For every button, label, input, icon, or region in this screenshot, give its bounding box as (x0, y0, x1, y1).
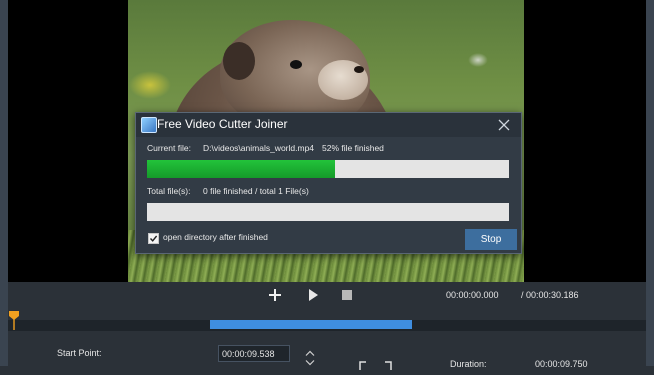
duration-value: 00:00:09.750 (535, 359, 588, 369)
current-file-progress-bar (147, 160, 509, 178)
total-time: / 00:00:30.186 (521, 290, 579, 300)
total-files-status: 0 file finished / total 1 File(s) (203, 186, 309, 196)
start-point-increment[interactable] (304, 345, 316, 356)
add-button[interactable] (267, 287, 283, 303)
duration-label: Duration: (450, 359, 487, 369)
dialog-titlebar: Free Video Cutter Joiner (136, 113, 521, 137)
total-files-label: Total file(s): (147, 186, 191, 196)
play-button[interactable] (305, 287, 321, 303)
checkmark-icon (149, 235, 158, 242)
current-file-status: 52% file finished (322, 143, 384, 153)
add-icon (269, 289, 281, 301)
timeline[interactable] (8, 309, 646, 332)
stop-icon (342, 290, 352, 300)
close-button[interactable] (494, 115, 514, 135)
open-directory-label: open directory after finished (163, 232, 268, 242)
set-end-button[interactable] (383, 357, 393, 370)
current-time: 00:00:00.000 (446, 290, 499, 300)
stop-playback-button[interactable] (339, 287, 355, 303)
set-start-button[interactable] (358, 357, 368, 370)
playhead-icon (9, 311, 19, 330)
marmot-eye (290, 60, 302, 69)
app-icon (141, 117, 157, 133)
current-file-label: Current file: (147, 143, 191, 153)
timeline-track[interactable] (8, 320, 646, 331)
bottom-panel: Start Point: 00:00:09.538 Duration: 00:0… (8, 332, 646, 370)
marmot-nose (354, 66, 364, 73)
close-icon (498, 119, 510, 131)
window-frame-right (646, 0, 654, 366)
window-frame-left (0, 0, 8, 366)
progress-dialog: Free Video Cutter Joiner Current file: D… (135, 112, 522, 254)
timeline-selection[interactable] (209, 320, 413, 329)
total-files-progress-bar (147, 203, 509, 221)
current-file-path: D:\videos\animals_world.mp4 (203, 143, 315, 153)
stop-button[interactable]: Stop (465, 229, 517, 250)
marmot-ear (223, 42, 255, 80)
open-directory-checkbox[interactable] (148, 233, 159, 244)
dialog-title: Free Video Cutter Joiner (157, 117, 288, 131)
transport-controls: 00:00:00.000 / 00:00:30.186 (8, 282, 646, 309)
start-point-input[interactable]: 00:00:09.538 (218, 345, 290, 362)
start-point-label: Start Point: (57, 348, 102, 358)
start-point-decrement[interactable] (304, 354, 316, 366)
current-file-progress-fill (147, 160, 336, 178)
play-icon (309, 289, 318, 301)
playhead[interactable] (8, 310, 20, 330)
